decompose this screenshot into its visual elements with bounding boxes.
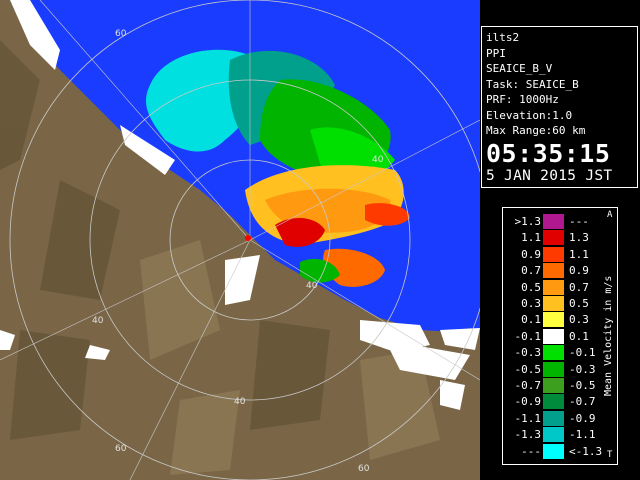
legend-high-value: -0.7	[569, 395, 596, 409]
legend-color-swatch	[543, 427, 564, 443]
legend-low-value: 0.3	[521, 297, 541, 310]
legend-low-value: 0.9	[521, 247, 541, 261]
product-name: SEAICE_B_V	[486, 62, 553, 75]
range-label: 40	[92, 316, 104, 326]
station-name: ilts2	[486, 31, 520, 44]
legend-low-value: 0.1	[521, 313, 541, 327]
legend-low-value: 1.1	[521, 231, 541, 245]
legend-color-swatch	[543, 394, 564, 410]
max-range-value: Max Range:60 km	[486, 124, 586, 137]
legend-color-swatch	[543, 230, 564, 246]
legend-low-value: -0.3	[514, 346, 542, 360]
legend-low-value: -0.7	[514, 379, 542, 392]
legend-color-swatch	[543, 296, 564, 311]
legend-high-value: 0.5	[569, 297, 589, 310]
legend-color-swatch	[543, 378, 564, 393]
scan-mode: PPI	[486, 46, 506, 60]
legend-high-value: 0.3	[569, 313, 589, 327]
legend-high-value: 0.9	[569, 264, 589, 278]
task-name: Task: SEAICE_B	[486, 77, 579, 91]
range-label: 60	[115, 444, 127, 454]
legend-color-swatch	[543, 312, 564, 328]
range-label: 60	[115, 29, 127, 39]
legend-low-value: >1.3	[514, 215, 542, 228]
velocity-legend: >1.3 --- 1.1 1.3 0.9 1.1 0.7 0.9 0.5 0.7 0.3 0.5 0.1…	[502, 207, 618, 465]
legend-color-swatch	[543, 410, 564, 426]
legend-high-value: 0.1	[569, 329, 589, 343]
elevation-value: Elevation:1.0	[486, 108, 573, 122]
scan-time: 05:35:15	[486, 138, 611, 168]
legend-low-value: -1.3	[514, 428, 542, 442]
range-label: 60	[358, 464, 370, 474]
legend-high-value: 0.7	[569, 280, 589, 294]
range-label: 40	[372, 155, 384, 165]
range-label: 40	[306, 281, 318, 291]
legend-color-swatch	[543, 214, 564, 229]
radar-ppi-map: 60 40 40 40 40 60 60	[0, 0, 480, 480]
scan-date: 5 JAN 2015 JST	[486, 167, 613, 184]
legend-color-swatch	[543, 328, 564, 344]
legend-high-value: -0.9	[569, 411, 596, 425]
range-label: 40	[234, 397, 246, 407]
legend-low-value: 0.5	[521, 280, 541, 294]
legend-color-swatch	[543, 443, 564, 459]
scan-info-panel: ilts2 PPI SEAICE_B_V Task: SEAICE_B PRF:…	[481, 26, 638, 188]
legend-high-value: 1.3	[569, 231, 589, 245]
legend-high-value: -1.1	[569, 428, 596, 442]
legend-low-value: -0.9	[514, 395, 542, 409]
legend-high-value: -0.5	[569, 379, 596, 392]
legend-high-value: ---	[569, 215, 589, 228]
legend-low-value: 0.7	[521, 264, 541, 278]
legend-low-value: ---	[521, 444, 541, 458]
legend-title: Mean Velocity in m/s	[603, 275, 614, 397]
legend-color-swatch	[543, 345, 564, 361]
radar-site-marker	[245, 235, 251, 241]
legend-high-value: -0.3	[569, 362, 596, 376]
legend-low-value: -0.1	[514, 329, 542, 343]
legend-color-swatch	[543, 361, 564, 377]
legend-high-value: -0.1	[569, 346, 596, 360]
legend-low-value: -1.1	[514, 411, 542, 425]
legend-high-value: <-1.3	[569, 444, 603, 458]
legend-high-value: 1.1	[569, 247, 589, 261]
legend-bottom-mark: T	[607, 450, 613, 460]
legend-low-value: -0.5	[514, 362, 542, 376]
legend-color-swatch	[543, 246, 564, 262]
legend-color-swatch	[543, 279, 564, 295]
prf-value: PRF: 1000Hz	[486, 93, 559, 106]
legend-color-swatch	[543, 263, 564, 279]
